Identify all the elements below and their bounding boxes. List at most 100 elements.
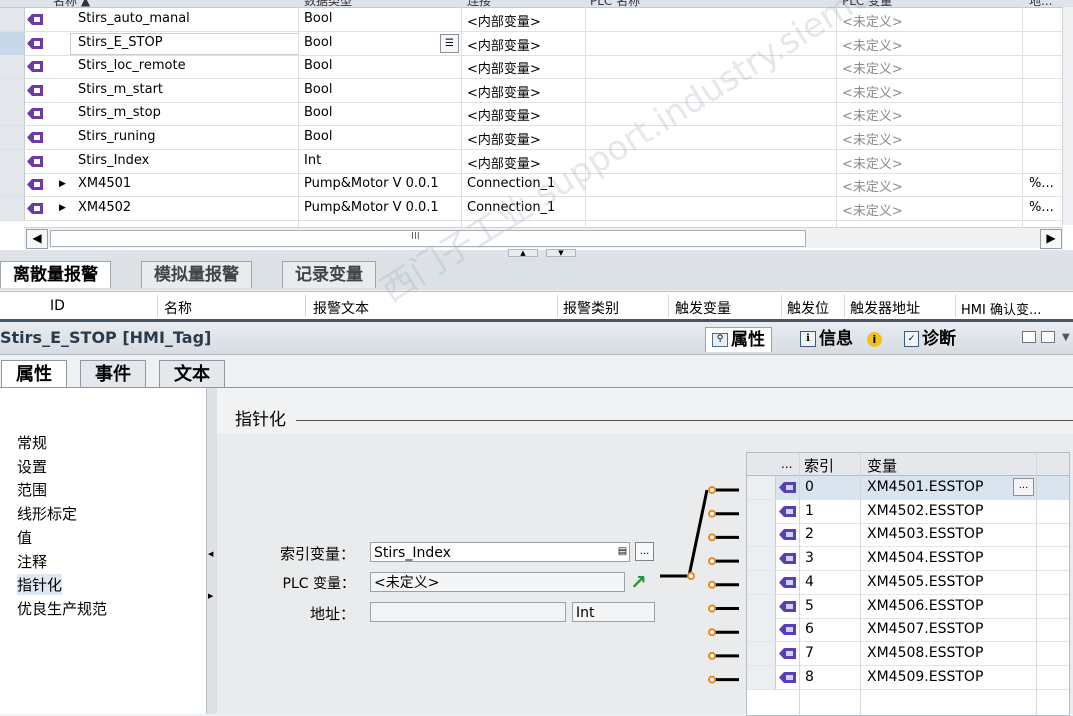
nav-pointer[interactable]: 指针化	[17, 574, 63, 595]
index-value: 8	[805, 668, 814, 685]
tag-row[interactable]: Stirs_Index Int <内部变量> <未定义>	[0, 149, 1062, 174]
row-selector[interactable]	[747, 665, 776, 689]
row-selector[interactable]	[0, 78, 25, 102]
index-tag-input[interactable]: Stirs_Index	[370, 542, 630, 562]
alarm-col-trigger-bit[interactable]: 触发位	[787, 298, 829, 318]
index-col-more[interactable]: ...	[781, 457, 792, 471]
tag-row[interactable]: Stirs_E_STOP Bool ☰ <内部变量> <未定义>	[0, 31, 1062, 56]
panel-collapse-icon[interactable]: ▼	[1062, 332, 1070, 343]
tag-row[interactable]: Stirs_auto_manal Bool <内部变量> <未定义>	[0, 8, 1062, 32]
structure-tag-icon	[779, 647, 796, 659]
index-row[interactable]: 3 XM4504.ESSTOP	[747, 547, 1069, 572]
nav-gmp[interactable]: 优良生产规范	[17, 598, 107, 619]
tag-row[interactable]: Stirs_runing Bool <内部变量> <未定义>	[0, 126, 1062, 150]
row-selector[interactable]	[0, 31, 25, 55]
nav-comment[interactable]: 注释	[17, 551, 47, 572]
row-selector[interactable]	[747, 641, 776, 665]
browse-button[interactable]: ...	[635, 542, 654, 561]
scroll-thumb[interactable]: III	[50, 230, 806, 247]
row-selector[interactable]	[0, 149, 25, 173]
splitter-down-icon[interactable]: ▼	[546, 249, 576, 257]
row-selector[interactable]	[0, 126, 25, 149]
tag-type: Bool	[304, 81, 333, 97]
go-to-plc-icon[interactable]: ↗	[630, 570, 647, 594]
scroll-left-icon[interactable]: ◀	[26, 229, 48, 249]
index-row[interactable]: 6 XM4507.ESSTOP	[747, 618, 1069, 643]
window-restore-icon[interactable]	[1022, 331, 1036, 343]
scroll-right-icon[interactable]: ▶	[1040, 229, 1062, 249]
tag-name: XM4502	[78, 199, 132, 215]
index-row[interactable]: 1 XM4502.ESSTOP	[747, 499, 1069, 524]
type-picker-icon[interactable]: ☰	[440, 33, 459, 53]
nav-range[interactable]: 范围	[17, 479, 47, 500]
tag-name: Stirs_auto_manal	[78, 11, 190, 26]
index-row[interactable]: 2 XM4503.ESSTOP	[747, 523, 1069, 548]
tab-properties[interactable]: ⚲ 属性	[705, 327, 772, 352]
row-selector[interactable]	[747, 570, 776, 594]
expand-icon[interactable]: ▶	[59, 203, 66, 213]
index-row[interactable]: 4 XM4505.ESSTOP	[747, 570, 1069, 595]
tag-list-icon[interactable]: ▤	[613, 543, 632, 562]
alarm-col-trigger-addr[interactable]: 触发器地址	[850, 298, 920, 318]
structure-tag-icon	[779, 529, 796, 541]
vertical-scrollbar[interactable]	[1062, 7, 1073, 225]
plc-tag-field[interactable]: <未定义>	[370, 572, 625, 592]
tab-logging-tags[interactable]: 记录变量	[282, 261, 376, 288]
tag-row[interactable]: ▶ XM4501 Pump&Motor V 0.0.1 Connection_1 <未定…	[0, 173, 1062, 198]
row-selector[interactable]	[747, 523, 776, 547]
alarm-col-hmi-ack[interactable]: HMI 确认变...	[961, 299, 1041, 318]
tab-diagnostics[interactable]: ✓ 诊断	[904, 327, 956, 351]
row-selector[interactable]	[0, 196, 25, 220]
window-maximize-icon[interactable]	[1041, 331, 1055, 343]
tag-type: Bool	[304, 34, 333, 50]
address-field[interactable]	[370, 602, 566, 622]
alarm-col-id[interactable]: ID	[50, 298, 65, 314]
row-selector[interactable]	[0, 173, 25, 197]
row-selector[interactable]	[0, 8, 25, 31]
horizontal-scrollbar[interactable]: ◀ III ▶	[24, 227, 1063, 249]
tab-info[interactable]: ℹ 信息 i	[800, 327, 882, 351]
nav-general[interactable]: 常规	[17, 432, 47, 453]
plc-tag-label: PLC 变量：	[282, 576, 355, 592]
tab-analog-alarms[interactable]: 模拟量报警	[141, 261, 252, 288]
tag-plc-var: <未定义>	[842, 85, 903, 101]
alarm-col-text[interactable]: 报警文本	[313, 298, 369, 318]
subtab-properties[interactable]: 属性	[1, 360, 67, 388]
tag-row[interactable]: ▶ XM4502 Pump&Motor V 0.0.1 Connection_1 <未定…	[0, 196, 1062, 221]
alarm-col-name[interactable]: 名称	[164, 298, 192, 318]
tag-row[interactable]: Stirs_m_start Bool <内部变量> <未定义>	[0, 78, 1062, 103]
index-row[interactable]: 0 XM4501.ESSTOP...	[747, 476, 1069, 500]
browse-button[interactable]: ...	[1013, 478, 1034, 496]
index-row[interactable]: 5 XM4506.ESSTOP	[747, 594, 1069, 619]
row-selector[interactable]	[747, 547, 776, 571]
row-selector[interactable]	[747, 594, 776, 618]
index-row[interactable]: 7 XM4508.ESSTOP	[747, 641, 1069, 666]
nav-linear-scaling[interactable]: 线形标定	[17, 503, 77, 524]
alarm-col-trigger-tag[interactable]: 触发变量	[675, 298, 731, 318]
row-selector[interactable]	[747, 618, 776, 642]
index-variable: XM4501.ESSTOP	[867, 479, 984, 495]
row-selector[interactable]	[747, 499, 776, 523]
tag-connection: <内部变量>	[467, 15, 541, 30]
tag-row[interactable]: Stirs_m_stop Bool <内部变量> <未定义>	[0, 102, 1062, 127]
alarm-col-class[interactable]: 报警类别	[563, 298, 619, 318]
index-row[interactable]: 8 XM4509.ESSTOP	[747, 665, 1069, 690]
subtab-events[interactable]: 事件	[80, 360, 146, 388]
row-selector[interactable]	[747, 476, 776, 499]
subtab-texts[interactable]: 文本	[159, 360, 225, 388]
row-selector[interactable]	[0, 55, 25, 79]
tag-row[interactable]: Stirs_loc_remote Bool <内部变量> <未定义>	[0, 55, 1062, 80]
index-col-variable[interactable]: 变量	[867, 455, 897, 476]
nav-values[interactable]: 值	[17, 527, 32, 548]
tab-discrete-alarms[interactable]: 离散量报警	[0, 261, 111, 288]
properties-icon: ⚲	[712, 333, 728, 347]
expand-right-icon[interactable]: ▶	[208, 592, 213, 600]
index-col-index[interactable]: 索引	[804, 455, 834, 476]
collapse-left-icon[interactable]: ◀	[208, 550, 213, 558]
expand-icon[interactable]: ▶	[59, 179, 66, 189]
col-divider	[557, 295, 558, 317]
row-selector[interactable]	[0, 102, 25, 126]
splitter-up-icon[interactable]: ▲	[508, 249, 538, 257]
tag-name: Stirs_Index	[78, 152, 150, 168]
nav-settings[interactable]: 设置	[17, 456, 47, 477]
